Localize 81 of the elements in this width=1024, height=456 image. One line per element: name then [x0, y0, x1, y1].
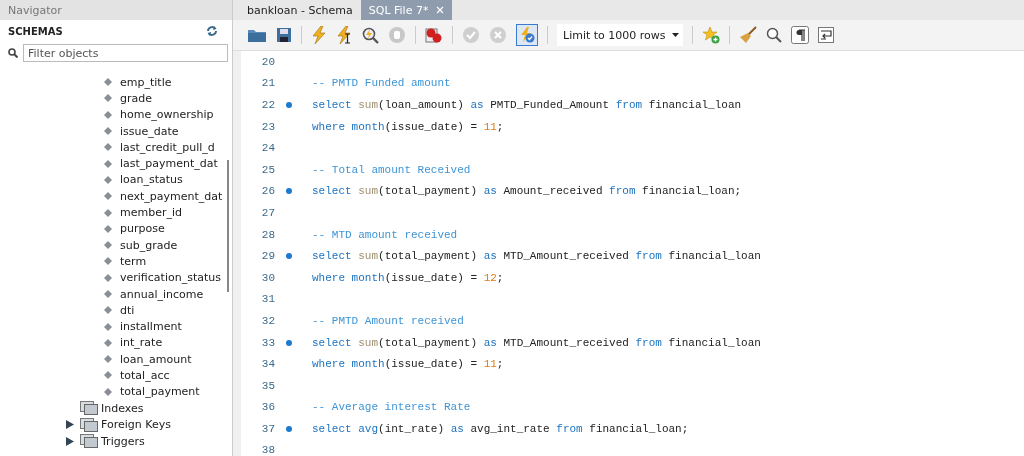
limit-dropdown[interactable]: Limit to 1000 rows	[557, 24, 683, 46]
line-number: 38	[260, 444, 275, 456]
scrollbar-thumb[interactable]	[227, 160, 229, 292]
column-item[interactable]: last_payment_dat	[120, 157, 218, 171]
column-item[interactable]: issue_date	[120, 124, 179, 138]
tree-folder[interactable]: Triggers	[101, 434, 145, 448]
magnifier-lightning-icon[interactable]	[361, 26, 379, 44]
editor-tab[interactable]: bankloan - Schema	[239, 0, 361, 20]
column-item[interactable]: purpose	[120, 222, 165, 236]
close-icon[interactable]	[436, 6, 445, 14]
search-icon	[8, 48, 18, 58]
column-item[interactable]: dti	[120, 303, 135, 317]
save-icon[interactable]	[276, 27, 292, 43]
code-line: -- PMTD Funded amount	[311, 77, 451, 90]
line-number: 31	[260, 293, 275, 306]
line-number: 28	[260, 228, 275, 241]
line-number: 34	[260, 358, 275, 371]
column-item[interactable]: term	[120, 254, 147, 268]
line-number: 23	[260, 120, 275, 133]
code-line: where month(issue_date) = 12;	[311, 271, 504, 284]
line-number: 22	[260, 99, 275, 111]
column-item[interactable]: grade	[120, 91, 152, 105]
filter-field[interactable]: Filter objects	[23, 44, 228, 62]
code-line: select sum(total_payment) as Amount_received from financial_loan;	[311, 185, 742, 198]
line-number: 27	[260, 206, 275, 219]
folder-icon	[80, 434, 98, 449]
column-item[interactable]: sub_grade	[120, 238, 178, 252]
column-item[interactable]: annual_income	[120, 287, 204, 301]
column-item[interactable]: verification_status	[120, 271, 221, 285]
section-title: SCHEMAS	[8, 25, 63, 37]
caret-icon[interactable]	[672, 33, 679, 37]
line-number: 25	[260, 163, 275, 176]
column-item[interactable]: emp_title	[120, 75, 172, 89]
code-line: select sum(loan_amount) as PMTD_Funded_Amount from financial_loan	[311, 99, 742, 111]
star-add-icon[interactable]	[702, 26, 720, 44]
code-line: -- MTD amount received	[311, 228, 458, 241]
column-item[interactable]: last_credit_pull_d	[120, 140, 215, 154]
search-icon[interactable]	[766, 27, 782, 43]
folder-icon	[80, 401, 98, 416]
line-number: 21	[260, 77, 275, 90]
line-number: 26	[260, 185, 275, 198]
line-number: 20	[260, 55, 275, 68]
line-number: 33	[260, 336, 275, 349]
column-item[interactable]: int_rate	[120, 336, 163, 350]
code-line: where month(issue_date) = 11;	[311, 120, 504, 133]
column-item[interactable]: next_payment_dat	[120, 189, 223, 203]
expand-arrow-icon[interactable]	[66, 436, 74, 446]
column-item[interactable]: installment	[120, 320, 182, 334]
line-number: 30	[260, 271, 275, 284]
code-line: -- Average interest Rate	[311, 401, 471, 414]
column-item[interactable]: loan_status	[120, 173, 183, 187]
lightning-cursor-icon[interactable]	[336, 26, 352, 44]
line-number: 35	[260, 379, 275, 392]
broom-icon[interactable]	[739, 26, 757, 44]
column-item[interactable]: home_ownership	[120, 108, 214, 122]
line-number: 32	[260, 314, 275, 327]
refresh-icon[interactable]	[206, 26, 218, 36]
code-line: select avg(int_rate) as avg_int_rate from financial_loan;	[311, 422, 689, 435]
line-number: 24	[260, 142, 275, 155]
code-line: select sum(total_payment) as MTD_Amount_received from financial_loan	[311, 250, 761, 263]
line-number: 36	[260, 401, 275, 414]
wrap-icon[interactable]	[818, 27, 834, 43]
column-item[interactable]: member_id	[120, 206, 182, 219]
column-item[interactable]: loan_amount	[120, 352, 192, 366]
autocommit-button[interactable]	[516, 24, 538, 46]
toggle-output-icon[interactable]	[425, 26, 443, 44]
tree-folder[interactable]: Indexes	[101, 401, 144, 415]
tree-folder[interactable]: Foreign Keys	[101, 418, 171, 432]
column-item[interactable]: total_acc	[120, 369, 170, 382]
pilcrow-icon[interactable]	[791, 26, 809, 44]
line-number: 37	[260, 422, 275, 435]
code-line: -- Total amount Received	[311, 163, 471, 176]
navigator-title: Navigator	[8, 3, 62, 17]
code-line: select sum(total_payment) as MTD_Amount_received from financial_loan	[311, 336, 761, 349]
code-line: -- PMTD Amount received	[311, 314, 464, 327]
code-line: where month(issue_date) = 11;	[311, 358, 504, 371]
line-number: 29	[260, 250, 275, 263]
folder-icon[interactable]	[247, 27, 267, 43]
folder-icon	[80, 417, 98, 432]
expand-arrow-icon[interactable]	[66, 420, 74, 430]
column-item[interactable]: total_payment	[120, 385, 200, 399]
